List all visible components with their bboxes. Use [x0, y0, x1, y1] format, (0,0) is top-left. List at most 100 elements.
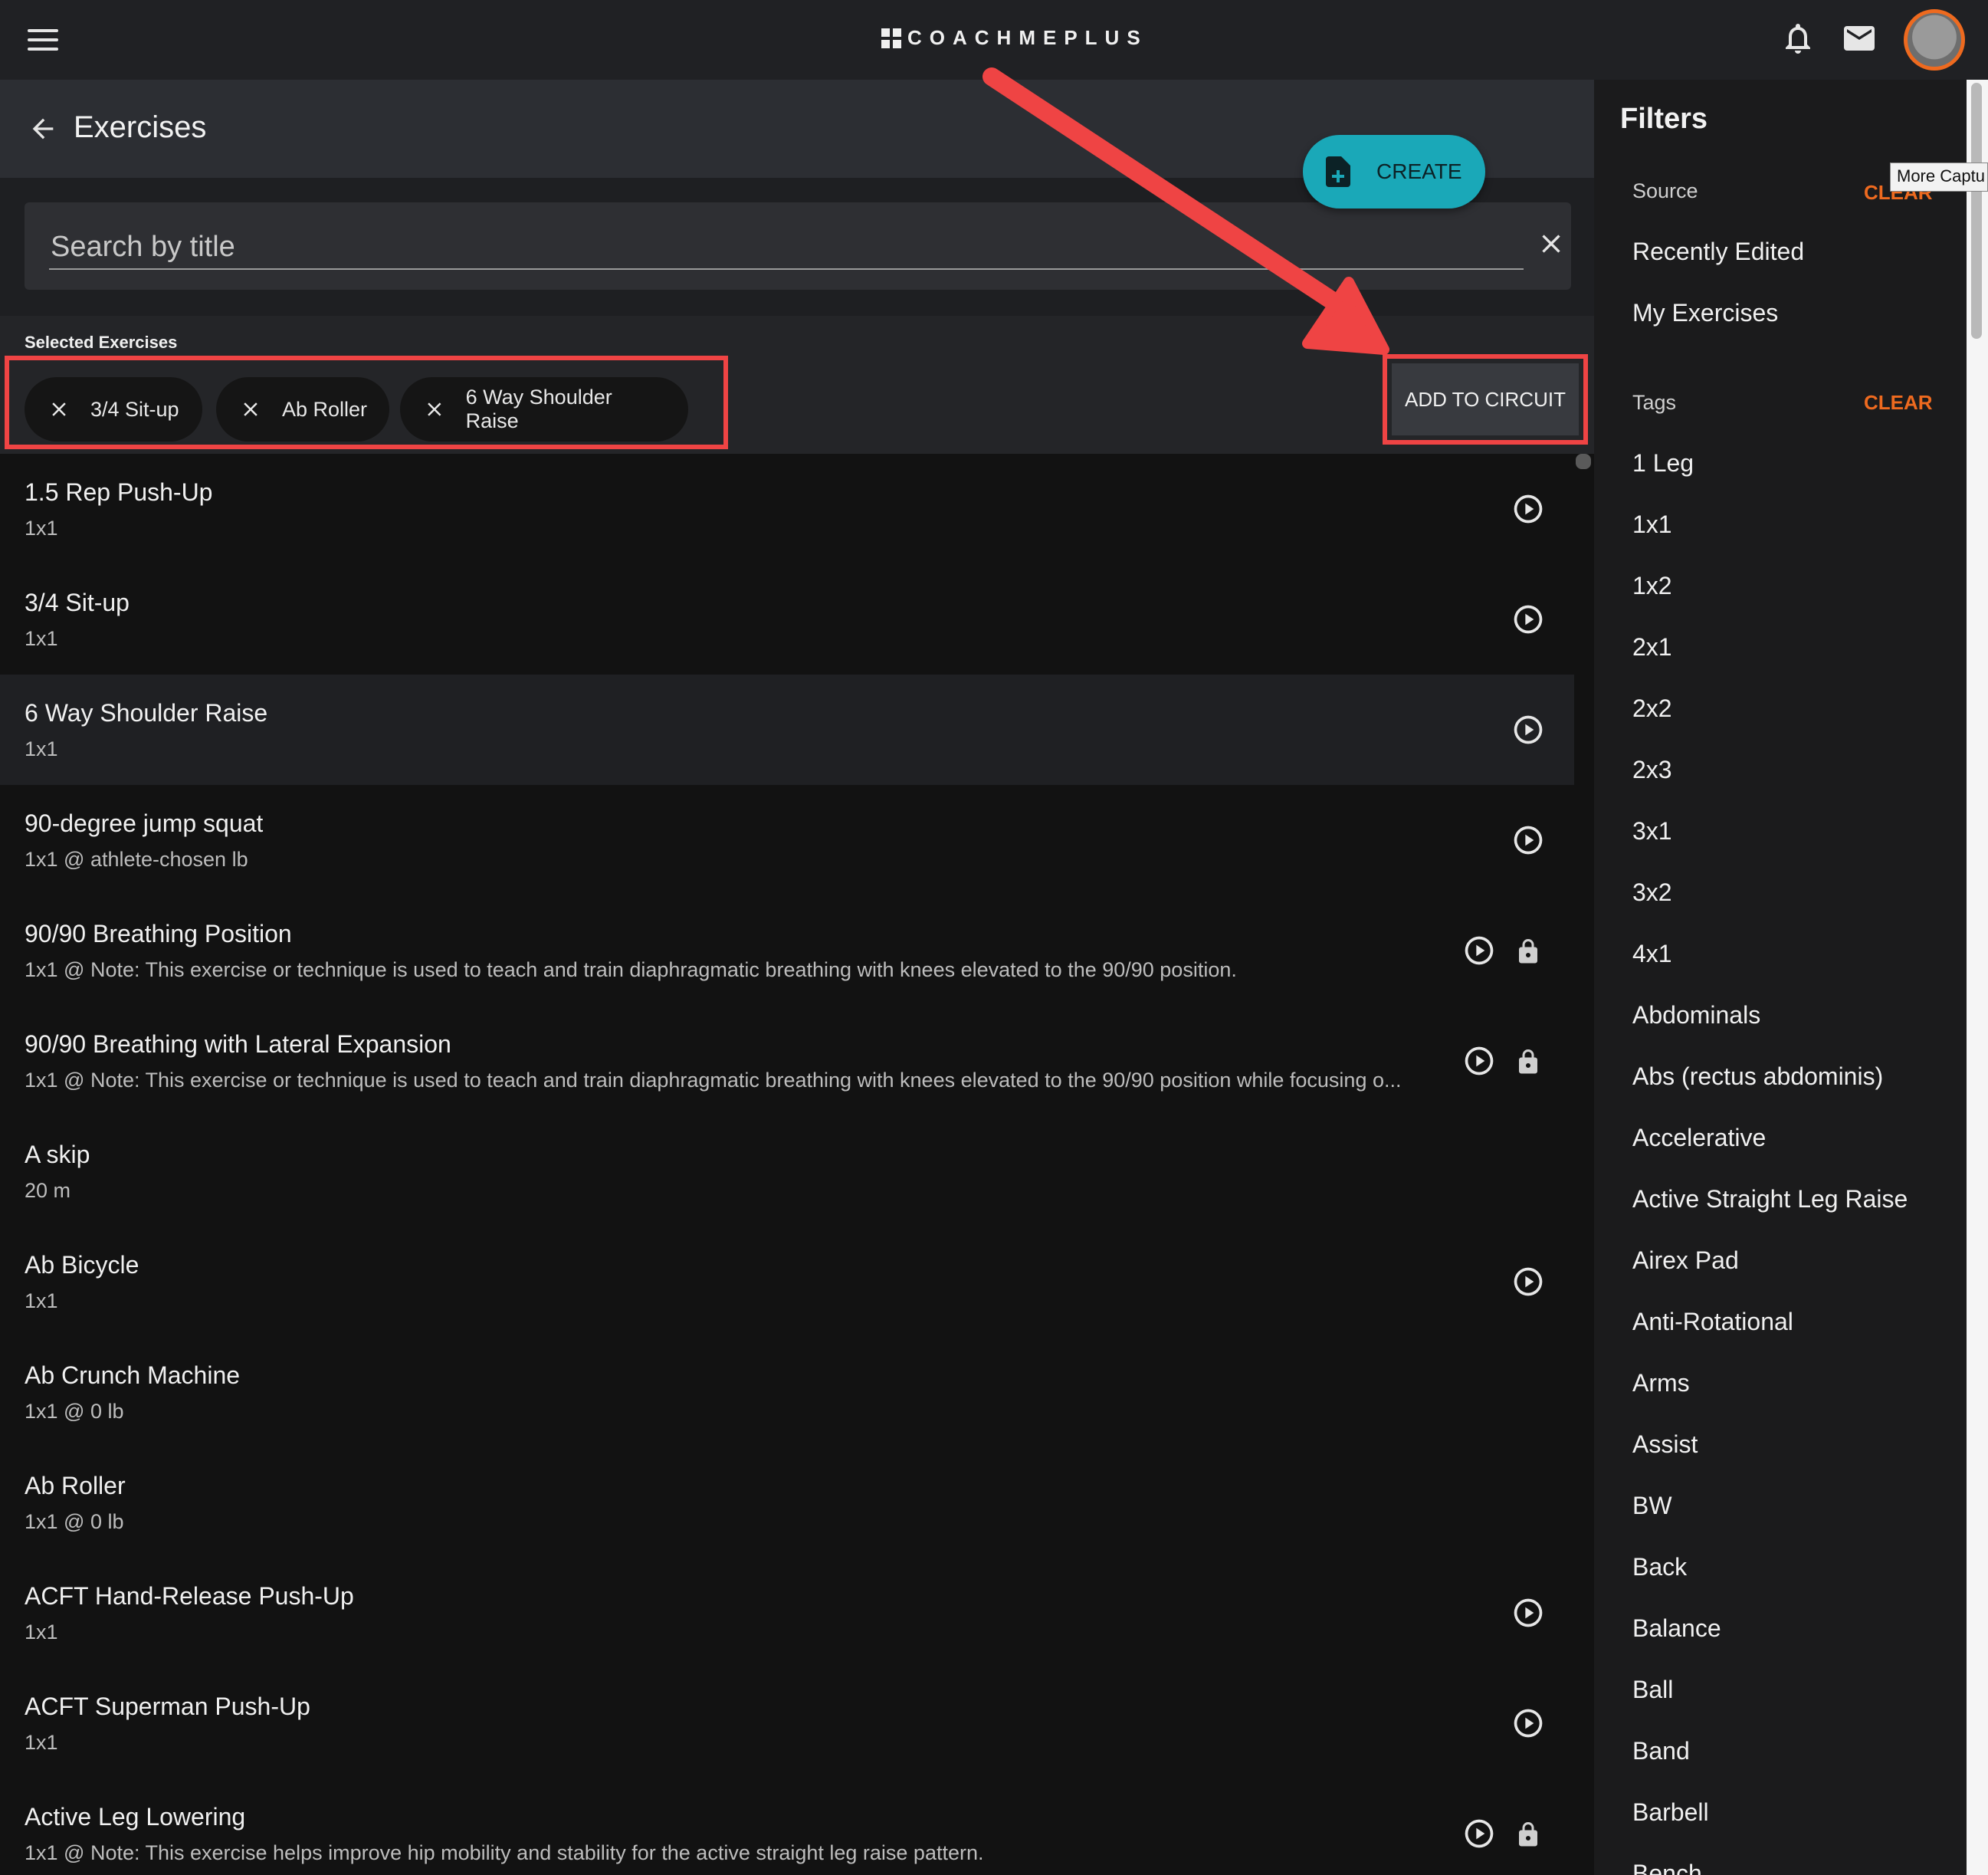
exercise-row[interactable]: 1.5 Rep Push-Up 1x1: [0, 454, 1574, 564]
bell-icon[interactable]: [1780, 20, 1816, 57]
lock-icon: [1519, 939, 1537, 964]
tag-filter-item[interactable]: Abdominals: [1632, 1001, 1760, 1029]
tag-filter-item[interactable]: 4x1: [1632, 940, 1672, 968]
tag-filter-item[interactable]: 2x3: [1632, 756, 1672, 784]
tag-filter-item[interactable]: 3x2: [1632, 878, 1672, 907]
exercise-prescription: 1x1 @ athlete-chosen lb: [25, 848, 248, 871]
exercise-prescription: 1x1: [25, 627, 58, 650]
list-scrollbar[interactable]: [1576, 454, 1591, 469]
exercise-row[interactable]: 3/4 Sit-up 1x1: [0, 564, 1574, 675]
search-box: [25, 202, 1571, 290]
exercise-title: 90/90 Breathing Position: [25, 920, 292, 947]
selected-chip[interactable]: Ab Roller: [216, 377, 389, 442]
exercise-prescription: 1x1: [25, 517, 58, 540]
filters-title: Filters: [1620, 103, 1708, 135]
tag-filter-item[interactable]: 1x2: [1632, 572, 1672, 600]
exercise-prescription: 1x1 @ Note: This exercise or technique i…: [25, 958, 1237, 981]
tag-filter-item[interactable]: Barbell: [1632, 1798, 1709, 1827]
search-input[interactable]: [49, 225, 1524, 270]
tag-filter-item[interactable]: Back: [1632, 1553, 1687, 1581]
selected-chip[interactable]: 6 Way Shoulder Raise: [400, 377, 688, 442]
exercise-title: Active Leg Lowering: [25, 1803, 246, 1831]
tag-filter-item[interactable]: 1x1: [1632, 511, 1672, 539]
source-label: Source: [1632, 179, 1698, 202]
exercise-row[interactable]: Ab Bicycle 1x1: [0, 1226, 1574, 1337]
tag-filter-item[interactable]: Band: [1632, 1737, 1690, 1765]
source-filter-item[interactable]: My Exercises: [1632, 299, 1778, 327]
chip-label: Ab Roller: [282, 397, 368, 421]
tag-filter-item[interactable]: Anti-Rotational: [1632, 1308, 1793, 1336]
exercise-row[interactable]: A skip 20 m: [0, 1116, 1574, 1226]
exercise-row[interactable]: Active Leg Lowering 1x1 @ Note: This exer…: [0, 1778, 1574, 1875]
play-video-icon[interactable]: [1462, 934, 1496, 967]
exercise-title: A skip: [25, 1141, 90, 1168]
menu-icon[interactable]: [28, 29, 58, 51]
tooltip: More Captu: [1890, 163, 1988, 192]
page-title: Exercises: [74, 110, 207, 144]
exercise-title: ACFT Superman Push-Up: [25, 1693, 310, 1720]
exercise-prescription: 1x1 @ Note: This exercise helps improve …: [25, 1841, 984, 1864]
create-button[interactable]: CREATE: [1303, 135, 1485, 209]
exercise-row[interactable]: Ab Crunch Machine 1x1 @ 0 lb: [0, 1337, 1574, 1447]
play-video-icon[interactable]: [1462, 1044, 1496, 1078]
tag-filter-item[interactable]: Assist: [1632, 1430, 1698, 1459]
tag-filter-item[interactable]: BW: [1632, 1492, 1672, 1520]
new-document-icon: [1326, 156, 1350, 187]
exercise-title: Ab Roller: [25, 1472, 126, 1499]
exercise-row[interactable]: ACFT Hand-Release Push-Up 1x1: [0, 1558, 1574, 1668]
logo-text: COACHMEPLUS: [907, 26, 1148, 49]
exercise-prescription: 1x1 @ 0 lb: [25, 1510, 124, 1533]
clear-search-icon[interactable]: [1536, 228, 1566, 259]
play-video-icon[interactable]: [1511, 1596, 1545, 1630]
exercise-row[interactable]: 90-degree jump squat 1x1 @ athlete-chosen…: [0, 785, 1574, 895]
tag-filter-item[interactable]: 2x1: [1632, 633, 1672, 662]
exercise-title: 90-degree jump squat: [25, 809, 264, 837]
tag-filter-item[interactable]: 3x1: [1632, 817, 1672, 846]
exercise-row[interactable]: 90/90 Breathing with Lateral Expansion 1x…: [0, 1006, 1574, 1116]
create-button-label: CREATE: [1376, 159, 1462, 183]
remove-chip-icon[interactable]: [423, 398, 446, 421]
tag-filter-item[interactable]: Accelerative: [1632, 1124, 1766, 1152]
mail-icon[interactable]: [1841, 20, 1878, 57]
remove-chip-icon[interactable]: [239, 398, 262, 421]
play-video-icon[interactable]: [1511, 1265, 1545, 1299]
tag-filter-item[interactable]: Bench: [1632, 1860, 1702, 1875]
exercise-prescription: 1x1: [25, 1289, 58, 1312]
play-video-icon[interactable]: [1462, 1817, 1496, 1850]
tag-filter-item[interactable]: 2x2: [1632, 695, 1672, 723]
remove-chip-icon[interactable]: [48, 398, 71, 421]
add-to-circuit-button[interactable]: ADD TO CIRCUIT: [1392, 363, 1579, 435]
back-arrow-icon[interactable]: [28, 113, 58, 144]
user-avatar[interactable]: [1904, 9, 1965, 71]
tag-filter-item[interactable]: Ball: [1632, 1676, 1673, 1704]
exercise-row[interactable]: Ab Roller 1x1 @ 0 lb: [0, 1447, 1574, 1558]
filters-scrollbar-thumb[interactable]: [1971, 83, 1982, 339]
tag-filter-item[interactable]: Arms: [1632, 1369, 1690, 1397]
exercise-row[interactable]: 90/90 Breathing Position 1x1 @ Note: This…: [0, 895, 1574, 1006]
chip-label: 6 Way Shoulder Raise: [465, 386, 612, 432]
source-filter-item[interactable]: Recently Edited: [1632, 238, 1804, 266]
tags-clear-button[interactable]: CLEAR: [1864, 391, 1933, 415]
tag-filter-item[interactable]: 1 Leg: [1632, 449, 1694, 478]
exercise-row[interactable]: 6 Way Shoulder Raise 1x1: [0, 675, 1574, 785]
exercise-prescription: 1x1 @ Note: This exercise or technique i…: [25, 1069, 1402, 1092]
play-video-icon[interactable]: [1511, 492, 1545, 526]
exercise-prescription: 20 m: [25, 1179, 71, 1202]
tag-filter-item[interactable]: Airex Pad: [1632, 1246, 1739, 1275]
exercise-row[interactable]: ACFT Superman Push-Up 1x1: [0, 1668, 1574, 1778]
chip-label: 3/4 Sit-up: [90, 397, 179, 421]
exercise-prescription: 1x1: [25, 1621, 58, 1643]
filters-scrollbar-track[interactable]: [1967, 80, 1988, 1875]
tag-filter-item[interactable]: Abs (rectus abdominis): [1632, 1062, 1883, 1091]
tag-filter-item[interactable]: Active Straight Leg Raise: [1632, 1185, 1908, 1213]
tag-filter-item[interactable]: Balance: [1632, 1614, 1721, 1643]
play-video-icon[interactable]: [1511, 713, 1545, 747]
selected-chip[interactable]: 3/4 Sit-up: [25, 377, 202, 442]
exercise-title: 6 Way Shoulder Raise: [25, 699, 268, 727]
exercise-list: 1.5 Rep Push-Up 1x1 3/4 Sit-up 1x1 6 Way Sho…: [0, 454, 1574, 1875]
play-video-icon[interactable]: [1511, 603, 1545, 636]
exercise-prescription: 1x1: [25, 1731, 58, 1754]
play-video-icon[interactable]: [1511, 823, 1545, 857]
play-video-icon[interactable]: [1511, 1706, 1545, 1740]
tags-label: Tags: [1632, 391, 1677, 414]
